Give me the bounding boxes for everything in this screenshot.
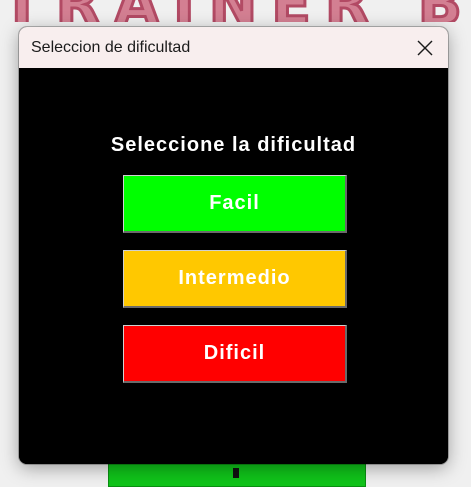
close-button[interactable] bbox=[402, 27, 448, 68]
dialog-heading: Seleccione la dificultad bbox=[110, 134, 357, 156]
dialog-title: Seleccion de dificultad bbox=[31, 38, 191, 56]
easy-button[interactable]: Facil bbox=[123, 175, 347, 233]
difficulty-dialog: Seleccion de dificultad Seleccione la di… bbox=[19, 27, 448, 464]
close-icon bbox=[417, 40, 433, 55]
dialog-content: Seleccione la dificultad Facil Intermedi… bbox=[19, 68, 448, 464]
background-app-title: TRAINER BRAIN bbox=[2, 0, 471, 22]
dialog-titlebar[interactable]: Seleccion de dificultad bbox=[19, 27, 448, 68]
hard-button[interactable]: Dificil bbox=[123, 325, 347, 383]
intermediate-button[interactable]: Intermedio bbox=[123, 250, 347, 308]
